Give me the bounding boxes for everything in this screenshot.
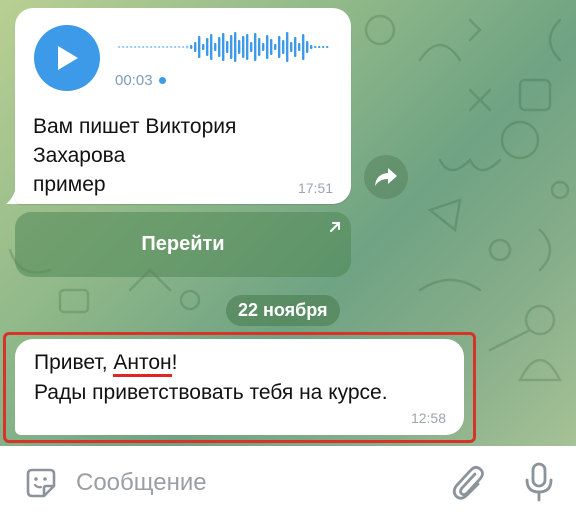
forward-button[interactable] [364,155,408,199]
waveform-bar [302,34,305,60]
waveform-bar [194,42,197,52]
waveform-bar [274,44,277,50]
waveform-bar [122,46,125,48]
waveform-bar [314,46,317,48]
waveform-bar [230,35,233,59]
voice-play-button[interactable] [34,25,100,91]
waveform-bar [266,35,269,59]
message-text: Вам пишет Виктория Захарова пример [33,115,237,196]
waveform-bar [218,37,221,57]
waveform-bar [130,46,133,48]
incoming-message-bubble[interactable]: 00:03 Вам пишет Виктория Захарова пример… [15,8,351,204]
waveform-bar [254,33,257,61]
waveform-bar [186,45,189,49]
waveform-bar [142,46,145,48]
waveform-bar [242,36,245,58]
waveform-bar [210,34,213,60]
voice-duration-row: 00:03 [115,72,166,89]
waveform-bar [206,38,209,56]
waveform-bar [162,46,165,48]
waveform-bar [158,46,161,48]
waveform-bar [182,46,185,48]
waveform-bar [298,43,301,51]
voice-duration: 00:03 [115,72,153,89]
waveform-bar [126,46,129,48]
waveform-bar [134,46,137,48]
waveform-bar [286,32,289,62]
waveform-bar [278,36,281,58]
play-icon [58,46,78,70]
waveform-bar [178,46,181,48]
date-separator: 22 ноября [226,295,340,326]
waveform-bar [190,45,193,49]
waveform-bar [154,46,157,48]
waveform-bar [258,38,261,56]
sticker-icon[interactable] [24,466,58,500]
waveform-bar [294,37,297,57]
microphone-icon[interactable] [524,462,554,502]
waveform-bar [318,46,321,48]
voice-waveform[interactable] [118,30,332,64]
unplayed-dot [158,77,166,84]
waveform-bar [238,40,241,54]
paperclip-icon[interactable] [450,464,486,502]
inline-button-label: Перейти [141,233,225,255]
waveform-bar [150,46,153,48]
share-arrow-icon [375,168,397,186]
waveform-bar [270,39,273,55]
external-link-arrow-icon [330,222,340,232]
inline-keyboard-button[interactable]: Перейти [15,212,351,277]
waveform-bar [262,43,265,51]
waveform-bar [202,44,205,50]
waveform-bar [146,46,149,48]
message-time: 17:51 [297,180,333,196]
waveform-bar [166,46,169,48]
message-composer [0,446,576,519]
waveform-bar [310,45,313,49]
waveform-bar [250,42,253,52]
waveform-bar [174,46,177,48]
waveform-bar [322,46,325,48]
waveform-bar [282,40,285,54]
red-highlight-frame [3,332,476,443]
message-input[interactable] [76,466,436,500]
waveform-bar [170,46,173,48]
waveform-bar [306,41,309,53]
waveform-bar [118,46,121,48]
waveform-bar [222,33,225,61]
waveform-bar [290,42,293,52]
waveform-bar [214,43,217,51]
waveform-bar [226,41,229,53]
waveform-bar [246,34,249,60]
waveform-bar [138,46,141,48]
waveform-bar [326,46,329,48]
waveform-bar [234,32,237,62]
waveform-bar [198,36,201,58]
